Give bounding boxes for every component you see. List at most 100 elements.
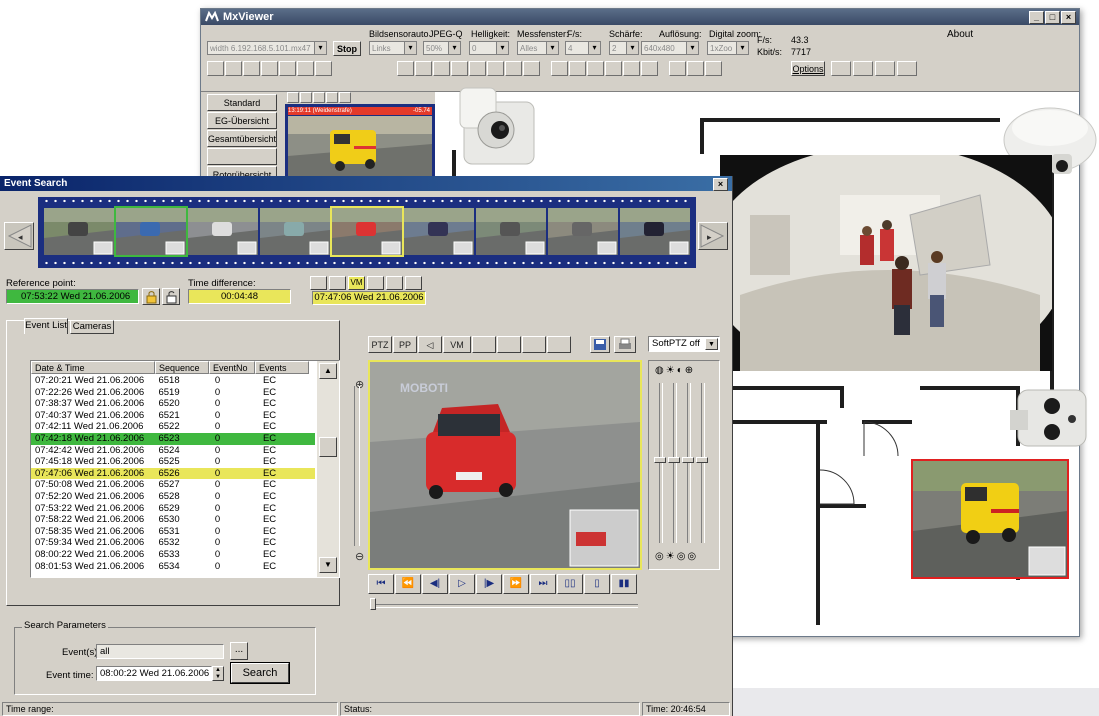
step-back-icon[interactable]: ◀|: [422, 574, 448, 594]
film-frame[interactable]: [548, 208, 618, 255]
event-marker[interactable]: [367, 276, 384, 290]
table-row[interactable]: 07:40:37 Wed 21.06.2006 6521 0 EC: [31, 410, 315, 422]
live-icon-2[interactable]: [225, 61, 242, 76]
table-row[interactable]: 07:38:37 Wed 21.06.2006 6520 0 EC: [31, 398, 315, 410]
filmstrip-next-button[interactable]: ▸: [698, 222, 728, 250]
film-frame[interactable]: [260, 208, 330, 255]
softptz-select[interactable]: SoftPTZ off ▼: [648, 336, 720, 352]
reference-point-field[interactable]: 07:53:22 Wed 21.06.2006: [6, 289, 139, 304]
menu-icon[interactable]: [853, 61, 873, 76]
layout-icon[interactable]: [297, 61, 314, 76]
pause-icon[interactable]: ▮▮: [611, 574, 637, 594]
table-row[interactable]: 07:45:18 Wed 21.06.2006 6525 0 EC: [31, 456, 315, 468]
save-icon[interactable]: [590, 336, 610, 353]
event-list-scrollbar[interactable]: ▲ ▼: [317, 361, 339, 577]
adjust-slider-thumb[interactable]: [654, 457, 666, 463]
event-marker[interactable]: [329, 276, 346, 290]
empty-toolbar-button[interactable]: [547, 336, 571, 353]
zoom-out-icon[interactable]: ⊖: [355, 550, 367, 564]
film-frame[interactable]: [404, 208, 474, 255]
schaerfe-combo[interactable]: 2: [609, 41, 639, 55]
event-time-spinner[interactable]: ▲ ▼: [212, 666, 224, 681]
speaker-button[interactable]: ◁: [418, 336, 442, 353]
skip-first-icon[interactable]: ⏮: [368, 574, 394, 594]
film-frame[interactable]: [44, 208, 114, 255]
adjust-slider-thumb[interactable]: [696, 457, 708, 463]
pause-icon[interactable]: [523, 61, 540, 76]
adjust-slider[interactable]: [659, 383, 663, 543]
events-input[interactable]: all: [96, 644, 224, 659]
film-frame[interactable]: [330, 206, 404, 257]
frame-icon[interactable]: ▯▯: [557, 574, 583, 594]
connect-icon[interactable]: [669, 61, 686, 76]
empty-toolbar-button[interactable]: [472, 336, 496, 353]
helligkeit-combo[interactable]: 0: [469, 41, 509, 55]
adjust-slider[interactable]: [701, 383, 705, 543]
skip-last-icon[interactable]: [505, 61, 522, 76]
skip-first-icon[interactable]: [397, 61, 414, 76]
table-row[interactable]: 07:42:42 Wed 21.06.2006 6524 0 EC: [31, 445, 315, 457]
zoom-combo[interactable]: 1xZoo: [707, 41, 749, 55]
video-view[interactable]: MOBOTI: [368, 360, 642, 570]
adjust-slider[interactable]: [673, 383, 677, 543]
timeline-slider[interactable]: [370, 604, 638, 608]
table-row[interactable]: 07:42:18 Wed 21.06.2006 6523 0 EC: [31, 432, 315, 445]
table-row[interactable]: 07:50:08 Wed 21.06.2006 6527 0 EC: [31, 479, 315, 491]
scroll-thumb[interactable]: [319, 437, 337, 457]
event-time-input[interactable]: 08:00:22 Wed 21.06.2006: [96, 666, 212, 681]
print-icon[interactable]: [326, 92, 338, 103]
maximize-icon[interactable]: □: [1045, 11, 1060, 24]
eye-icon[interactable]: [831, 61, 851, 76]
sensor-combo[interactable]: Links: [369, 41, 417, 55]
vm-marker[interactable]: VM: [348, 276, 365, 290]
tab-cameras[interactable]: Cameras: [70, 320, 114, 334]
scroll-down-icon[interactable]: ▼: [319, 557, 337, 573]
stop-button[interactable]: Stop: [333, 41, 361, 56]
minimize-icon[interactable]: _: [1029, 11, 1044, 24]
print-icon[interactable]: [614, 336, 636, 353]
table-row[interactable]: 07:20:21 Wed 21.06.2006 6518 0 EC: [31, 375, 315, 387]
play-icon[interactable]: [451, 61, 468, 76]
table-row[interactable]: 07:58:35 Wed 21.06.2006 6531 0 EC: [31, 526, 315, 538]
column-header-sequence[interactable]: Sequence: [155, 361, 209, 374]
film-icon[interactable]: [300, 92, 312, 103]
fast-forward-icon[interactable]: ⏩: [503, 574, 529, 594]
sidebar-item-empty[interactable]: [207, 148, 277, 165]
step-back-icon[interactable]: [433, 61, 450, 76]
skip-last-icon[interactable]: ⏭: [530, 574, 556, 594]
filmstrip-prev-button[interactable]: ◂: [4, 222, 34, 250]
search-icon[interactable]: [313, 92, 325, 103]
expand-icon[interactable]: [687, 61, 704, 76]
options-button[interactable]: Options: [791, 61, 825, 76]
close-icon[interactable]: ×: [713, 178, 728, 191]
film-frame[interactable]: [114, 206, 188, 257]
print-icon[interactable]: [243, 61, 260, 76]
table-row[interactable]: 07:47:06 Wed 21.06.2006 6526 0 EC: [31, 467, 315, 480]
address-combo[interactable]: width 6.192.168.5.101.mx47: [207, 41, 327, 55]
step-forward-icon[interactable]: |▶: [476, 574, 502, 594]
column-header-eventno[interactable]: EventNo: [209, 361, 255, 374]
table-row[interactable]: 08:01:53 Wed 21.06.2006 6534 0 EC: [31, 561, 315, 573]
zoom-slider[interactable]: [354, 386, 360, 546]
record-icon[interactable]: [605, 61, 622, 76]
event-marker[interactable]: [386, 276, 403, 290]
jpeg-combo[interactable]: 50%: [423, 41, 461, 55]
film-frame[interactable]: [188, 208, 258, 255]
play-icon[interactable]: ▷: [449, 574, 475, 594]
ptz-button[interactable]: PTZ: [368, 336, 392, 353]
settings-icon[interactable]: [705, 61, 722, 76]
fast-forward-icon[interactable]: [487, 61, 504, 76]
video-icon[interactable]: [641, 61, 658, 76]
table-row[interactable]: 07:22:26 Wed 21.06.2006 6519 0 EC: [31, 387, 315, 399]
speaker-icon[interactable]: [587, 61, 604, 76]
window-icon[interactable]: [315, 61, 332, 76]
grid-icon[interactable]: [897, 61, 917, 76]
van-snapshot[interactable]: [911, 459, 1069, 579]
pp-button[interactable]: PP: [393, 336, 417, 353]
rewind-icon[interactable]: [415, 61, 432, 76]
grid-icon[interactable]: [287, 92, 299, 103]
close-icon[interactable]: ×: [1061, 11, 1076, 24]
table-row[interactable]: 07:52:20 Wed 21.06.2006 6528 0 EC: [31, 491, 315, 503]
event-marker[interactable]: [310, 276, 327, 290]
column-header-events[interactable]: Events: [255, 361, 309, 374]
